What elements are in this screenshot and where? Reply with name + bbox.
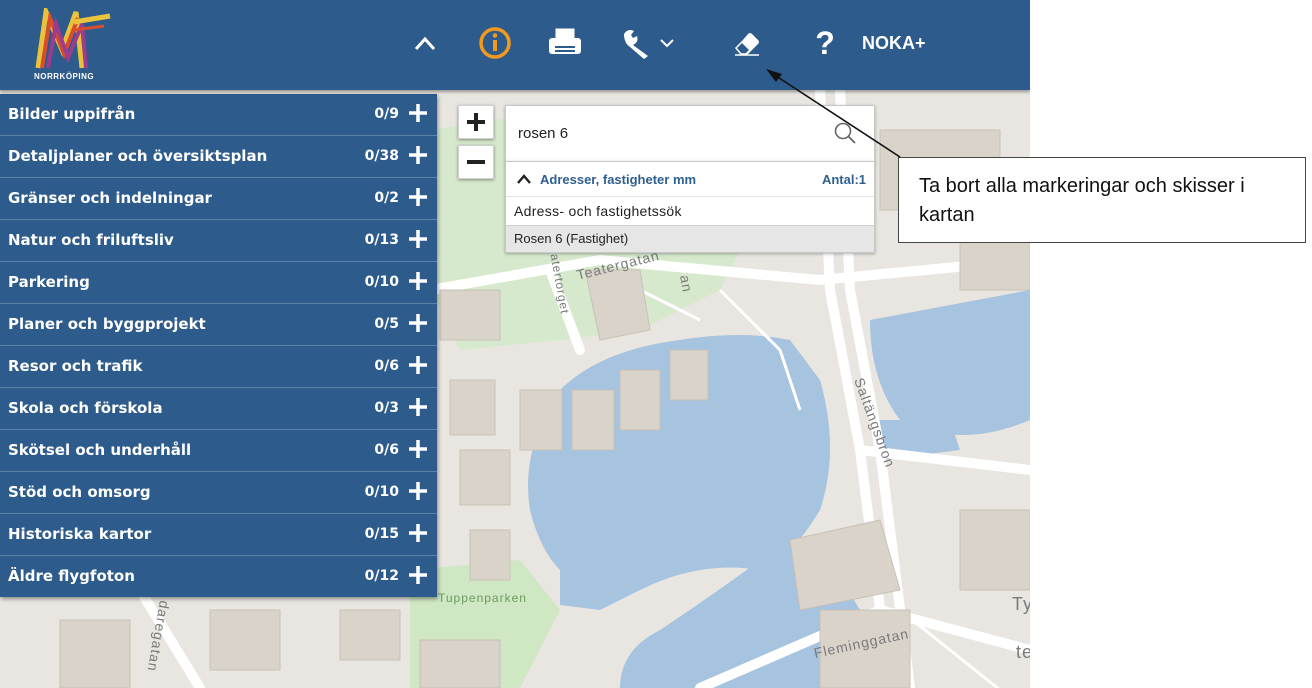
search-result-text: Rosen 6 (Fastighet) (514, 231, 629, 246)
layer-label: Detaljplaner och översiktsplan (8, 147, 268, 165)
zoom-out-button[interactable] (458, 145, 494, 179)
plus-icon[interactable] (405, 142, 431, 168)
layer-row[interactable]: Bilder uppifrån 0/9 (0, 94, 437, 136)
plus-icon[interactable] (405, 562, 431, 588)
layer-count: 0/10 (364, 274, 399, 290)
layer-label: Planer och byggprojekt (8, 315, 206, 333)
layer-count: 0/12 (364, 568, 399, 584)
plus-icon[interactable] (405, 520, 431, 546)
chevron-up-icon (517, 174, 531, 184)
layer-count: 0/3 (374, 400, 399, 416)
info-icon (479, 27, 511, 59)
result-subheading: Adress- och fastighetssök (506, 197, 874, 225)
layer-label: Äldre flygfoton (8, 567, 135, 585)
plus-icon[interactable] (405, 268, 431, 294)
eraser-icon (734, 33, 759, 56)
layer-row[interactable]: Äldre flygfoton 0/12 (0, 556, 437, 597)
eraser-button[interactable] (722, 18, 772, 68)
search-results: Adresser, fastigheter mm Antal:1 Adress-… (505, 161, 875, 253)
collapse-panel-button[interactable] (400, 18, 450, 68)
layer-label: Natur och friluftsliv (8, 231, 174, 249)
layer-count: 0/6 (374, 442, 399, 458)
chevron-up-icon (414, 36, 436, 51)
top-toolbar: NORRKÖPING ? NOKA+ (0, 0, 1030, 90)
wrench-icon (624, 30, 648, 59)
layer-row[interactable]: Gränser och indelningar 0/2 (0, 178, 437, 220)
layer-count: 0/10 (364, 484, 399, 500)
layer-label: Bilder uppifrån (8, 105, 136, 123)
map-label-an: an (677, 274, 696, 294)
layer-row[interactable]: Resor och trafik 0/6 (0, 346, 437, 388)
layer-row[interactable]: Skola och förskola 0/3 (0, 388, 437, 430)
tools-menu-button[interactable] (612, 18, 682, 68)
search-result-item[interactable]: Rosen 6 (Fastighet) (506, 225, 874, 252)
layer-row[interactable]: Skötsel och underhåll 0/6 (0, 430, 437, 472)
layer-count: 0/13 (364, 232, 399, 248)
norrkoping-logo: NORRKÖPING (28, 2, 128, 84)
layer-label: Skötsel och underhåll (8, 441, 192, 459)
search-input[interactable] (516, 120, 820, 146)
minus-icon (467, 160, 485, 164)
layer-count: 0/2 (374, 190, 399, 206)
map-label-tuppenparken: Tuppenparken (438, 591, 527, 605)
map-label-ty: Ty (1012, 594, 1030, 614)
layer-label: Historiska kartor (8, 525, 152, 543)
layer-count: 0/9 (374, 106, 399, 122)
layer-row[interactable]: Detaljplaner och översiktsplan 0/38 (0, 136, 437, 178)
layer-row[interactable]: Stöd och omsorg 0/10 (0, 472, 437, 514)
layer-count: 0/15 (364, 526, 399, 542)
printer-icon (549, 28, 581, 54)
plus-icon[interactable] (405, 394, 431, 420)
layer-label: Parkering (8, 273, 90, 291)
noka-plus-button[interactable]: NOKA+ (862, 18, 952, 68)
plus-icon[interactable] (405, 436, 431, 462)
layer-count: 0/38 (364, 148, 399, 164)
layer-panel: Bilder uppifrån 0/9 Detaljplaner och öve… (0, 94, 437, 597)
map-label-te: te (1016, 642, 1030, 662)
search-box (505, 105, 875, 162)
result-subheading-text: Adress- och fastighetssök (514, 203, 682, 219)
help-button[interactable]: ? (800, 18, 850, 68)
plus-icon[interactable] (405, 352, 431, 378)
result-group-label: Adresser, fastigheter mm (540, 172, 697, 187)
callout-text: Ta bort alla markeringar och skisser i k… (919, 175, 1245, 226)
layer-label: Resor och trafik (8, 357, 143, 375)
layer-label: Stöd och omsorg (8, 483, 151, 501)
layer-label: Skola och förskola (8, 399, 163, 417)
result-group-count: Antal:1 (821, 172, 866, 187)
layer-label: Gränser och indelningar (8, 189, 212, 207)
logo-mark-icon (35, 2, 111, 69)
layer-row[interactable]: Parkering 0/10 (0, 262, 437, 304)
logo-text: NORRKÖPING (34, 72, 95, 81)
search-icon[interactable] (832, 120, 858, 146)
help-icon: ? (815, 24, 835, 61)
result-group-header[interactable]: Adresser, fastigheter mm Antal:1 (506, 162, 874, 197)
print-button[interactable] (540, 18, 590, 68)
plus-icon[interactable] (405, 100, 431, 126)
zoom-in-button[interactable] (458, 105, 494, 139)
plus-icon[interactable] (405, 310, 431, 336)
info-button[interactable] (470, 18, 520, 68)
layer-count: 0/5 (374, 316, 399, 332)
annotation-callout: Ta bort alla markeringar och skisser i k… (898, 157, 1306, 243)
layer-count: 0/6 (374, 358, 399, 374)
plus-icon[interactable] (405, 184, 431, 210)
map-app: Teatergatan Teatertorget Saltängsbron Tu… (0, 0, 1030, 688)
chevron-down-icon (660, 39, 674, 48)
plus-icon[interactable] (405, 226, 431, 252)
plus-icon[interactable] (405, 478, 431, 504)
plus-icon (467, 113, 485, 131)
layer-row[interactable]: Planer och byggprojekt 0/5 (0, 304, 437, 346)
layer-row[interactable]: Natur och friluftsliv 0/13 (0, 220, 437, 262)
layer-row[interactable]: Historiska kartor 0/15 (0, 514, 437, 556)
